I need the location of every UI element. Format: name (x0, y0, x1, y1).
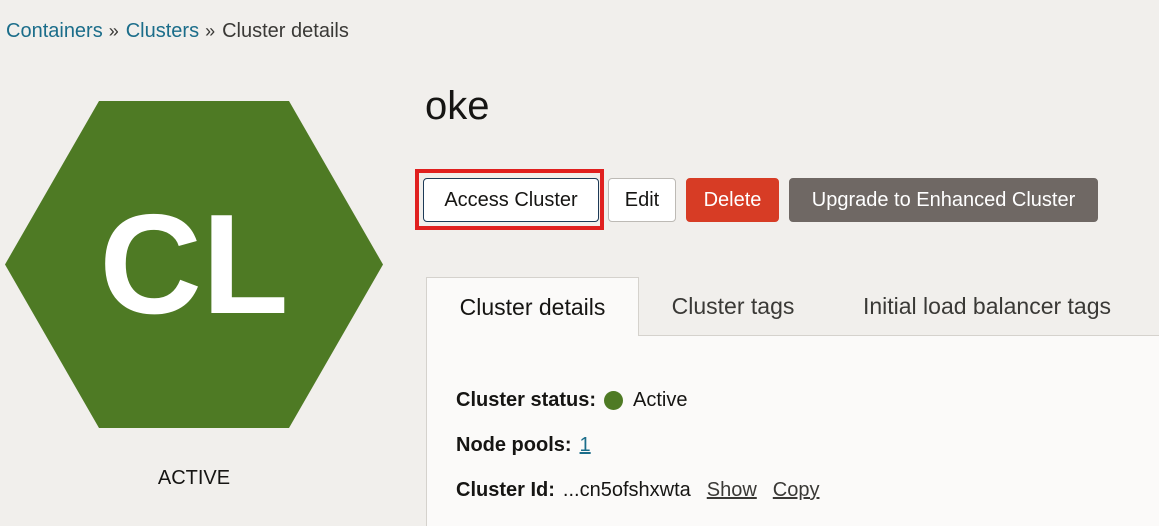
page-title: oke (425, 84, 490, 128)
cluster-id-row: Cluster Id: ...cn5ofshxwta Show Copy (456, 479, 819, 502)
show-id-link[interactable]: Show (707, 479, 757, 502)
tab-cluster-tags[interactable]: Cluster tags (655, 277, 811, 335)
upgrade-enhanced-cluster-button[interactable]: Upgrade to Enhanced Cluster (789, 178, 1098, 222)
node-pools-row: Node pools: 1 (456, 434, 591, 457)
status-dot-icon (604, 391, 624, 410)
cluster-status-row: Cluster status: Active (456, 389, 688, 412)
access-cluster-button[interactable]: Access Cluster (423, 178, 599, 222)
edit-button[interactable]: Edit (608, 178, 676, 222)
hexagon-initials: CL (99, 185, 288, 344)
tab-initial-load-balancer-tags[interactable]: Initial load balancer tags (840, 277, 1134, 335)
cluster-id-label: Cluster Id: (456, 479, 555, 501)
delete-button[interactable]: Delete (686, 178, 779, 222)
node-pools-label: Node pools: (456, 434, 572, 456)
breadcrumb-containers-link[interactable]: Containers (6, 20, 103, 42)
copy-id-link[interactable]: Copy (773, 479, 820, 502)
tab-cluster-details[interactable]: Cluster details (426, 277, 639, 336)
breadcrumb-separator: » (108, 21, 119, 41)
breadcrumb-clusters-link[interactable]: Clusters (126, 20, 199, 42)
cluster-id-value: ...cn5ofshxwta (562, 479, 691, 501)
breadcrumb-separator: » (205, 21, 216, 41)
breadcrumb: Containers» Clusters» Cluster details (6, 20, 349, 43)
cluster-status-label: Cluster status: (456, 389, 597, 411)
cluster-hexagon-icon: CL (5, 101, 383, 428)
node-pools-count-link[interactable]: 1 (580, 434, 591, 457)
breadcrumb-current: Cluster details (222, 20, 349, 42)
resource-status-caption: ACTIVE (157, 467, 231, 489)
cluster-status-value: Active (633, 389, 688, 411)
